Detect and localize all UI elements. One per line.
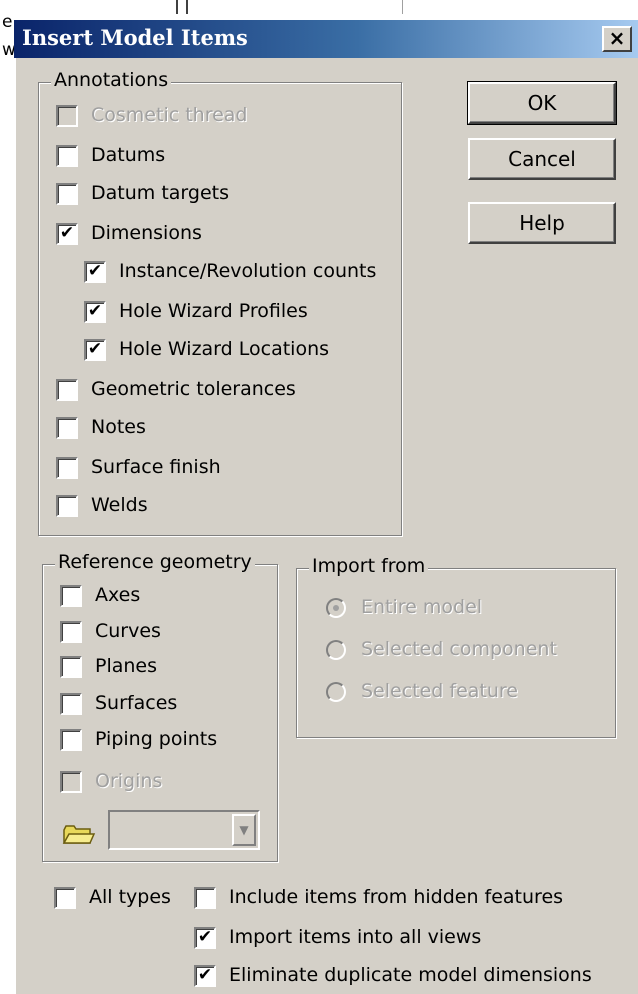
checkbox-label: Hole Wizard Locations [119, 338, 330, 360]
checkbox-box[interactable] [56, 457, 78, 479]
checkbox-label: Eliminate duplicate model dimensions [229, 964, 592, 986]
checkbox-box[interactable] [194, 887, 216, 909]
checkbox-label: Planes [95, 655, 158, 677]
checkbox-box[interactable] [60, 693, 82, 715]
import-from-legend: Import from [309, 555, 429, 577]
background-char: e [2, 12, 13, 32]
checkbox-label: Include items from hidden features [229, 886, 564, 908]
checkbox-label: Surfaces [95, 692, 178, 714]
background-window [0, 0, 638, 18]
checkbox-label: Axes [95, 584, 141, 606]
checkbox-box [60, 771, 82, 793]
checkbox-label: Hole Wizard Profiles [119, 300, 308, 322]
checkbox-label: Piping points [95, 728, 218, 750]
checkbox-label: Dimensions [91, 222, 202, 244]
checkbox-box[interactable]: ✔ [56, 223, 78, 245]
radio-button [326, 682, 346, 702]
checkbox-box[interactable] [60, 729, 82, 751]
checkbox-box[interactable]: ✔ [84, 301, 106, 323]
checkbox-label: Geometric tolerances [91, 378, 296, 400]
checkbox-box[interactable] [56, 183, 78, 205]
ok-button[interactable]: OK [467, 81, 617, 125]
close-button[interactable]: × [602, 26, 632, 52]
close-icon: × [608, 26, 626, 50]
radio-label: Selected component [361, 638, 557, 660]
checkbox-label: Curves [95, 620, 161, 642]
checkbox-box[interactable] [56, 379, 78, 401]
background-line [186, 0, 188, 14]
dialog-title: Insert Model Items [22, 25, 248, 50]
checkbox-box[interactable] [60, 585, 82, 607]
checkbox-box[interactable]: ✔ [194, 927, 216, 949]
checkbox-label: All types [89, 886, 171, 908]
chevron-down-icon[interactable]: ▼ [232, 814, 256, 846]
checkbox-box[interactable]: ✔ [84, 339, 106, 361]
checkbox-box[interactable] [60, 621, 82, 643]
folder-icon[interactable] [60, 810, 96, 854]
checkbox-box[interactable] [56, 495, 78, 517]
background-line [402, 0, 403, 14]
background-text-column: e w [0, 0, 16, 994]
checkbox-box[interactable] [56, 417, 78, 439]
background-line [176, 0, 178, 14]
checkbox-label: Surface finish [91, 456, 221, 478]
reference-geometry-legend: Reference geometry [55, 551, 255, 573]
title-bar[interactable]: Insert Model Items × [14, 20, 638, 58]
reference-geometry-dropdown[interactable]: ▼ [108, 810, 260, 850]
checkbox-box[interactable] [60, 656, 82, 678]
checkbox-label: Instance/Revolution counts [119, 260, 377, 282]
checkbox-box[interactable]: ✔ [84, 261, 106, 283]
checkbox-label: Cosmetic thread [91, 104, 248, 126]
checkbox-label: Welds [91, 494, 148, 516]
radio-button [326, 640, 346, 660]
checkbox-label: Datums [91, 144, 166, 166]
checkbox-label: Import items into all views [229, 926, 482, 948]
cancel-button[interactable]: Cancel [468, 138, 616, 180]
checkbox-box [56, 105, 78, 127]
radio-label: Selected feature [361, 680, 519, 702]
checkbox-label: Datum targets [91, 182, 229, 204]
annotations-legend: Annotations [51, 69, 172, 91]
checkbox-label: Origins [95, 770, 163, 792]
checkbox-box[interactable]: ✔ [194, 965, 216, 987]
checkbox-label: Notes [91, 416, 146, 438]
radio-dot [333, 605, 339, 611]
checkbox-box[interactable] [56, 145, 78, 167]
radio-label: Entire model [361, 596, 483, 618]
checkbox-box[interactable] [54, 887, 76, 909]
help-button[interactable]: Help [468, 202, 616, 244]
radio-button [326, 598, 346, 618]
